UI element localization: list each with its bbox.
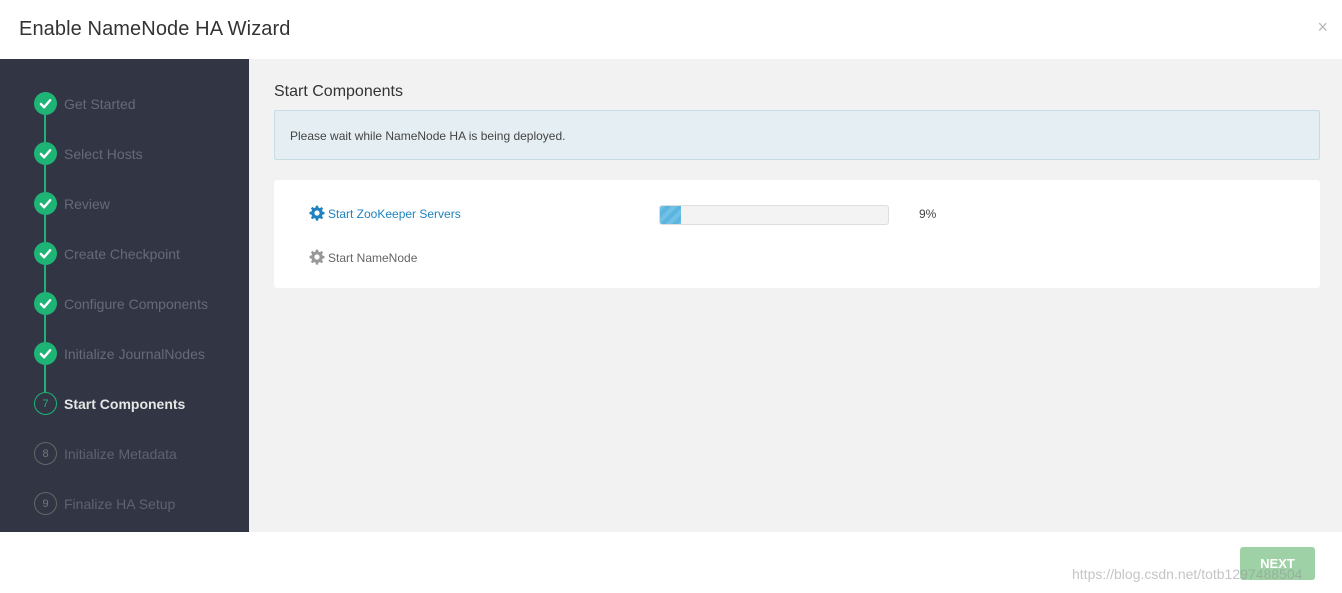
step-connector xyxy=(44,265,46,292)
wizard-step-4[interactable]: Create Checkpoint xyxy=(0,239,249,269)
wizard-modal: Enable NameNode HA Wizard × Get Started S… xyxy=(0,0,1342,593)
step-label: Start Components xyxy=(64,396,186,412)
step-label: Configure Components xyxy=(64,296,208,312)
check-icon xyxy=(34,92,57,115)
watermark: https://blog.csdn.net/totb1297488504 xyxy=(1072,566,1303,582)
step-number: 9 xyxy=(34,492,57,515)
step-label: Select Hosts xyxy=(64,146,143,162)
check-icon xyxy=(34,292,57,315)
step-connector xyxy=(44,365,46,392)
wizard-step-1[interactable]: Get Started xyxy=(0,89,249,119)
step-label: Review xyxy=(64,196,110,212)
info-alert: Please wait while NameNode HA is being d… xyxy=(274,110,1320,160)
step-label: Initialize JournalNodes xyxy=(64,346,205,362)
progress-fill xyxy=(660,206,681,224)
wizard-steps-sidebar: Get Started Select Hosts Review Create Chec… xyxy=(0,59,249,532)
step-label: Create Checkpoint xyxy=(64,246,180,262)
step-number: 8 xyxy=(34,442,57,465)
wizard-step-7: 7 Start Components xyxy=(0,389,249,419)
step-title: Start Components xyxy=(274,83,403,100)
wizard-step-3[interactable]: Review xyxy=(0,189,249,219)
gear-icon xyxy=(309,249,325,265)
wizard-step-5[interactable]: Configure Components xyxy=(0,289,249,319)
info-message: Please wait while NameNode HA is being d… xyxy=(290,129,566,143)
main-content: Start Components Please wait while NameN… xyxy=(249,59,1342,532)
step-connector xyxy=(44,315,46,342)
close-button[interactable]: × xyxy=(1317,17,1328,37)
wizard-step-6[interactable]: Initialize JournalNodes xyxy=(0,339,249,369)
step-number: 7 xyxy=(34,392,57,415)
check-icon xyxy=(34,242,57,265)
wizard-step-8: 8 Initialize Metadata xyxy=(0,439,249,469)
step-connector xyxy=(44,165,46,192)
step-connector xyxy=(44,115,46,142)
modal-footer: NEXT https://blog.csdn.net/totb129748850… xyxy=(0,532,1342,593)
check-icon xyxy=(34,142,57,165)
wizard-step-2[interactable]: Select Hosts xyxy=(0,139,249,169)
modal-header: Enable NameNode HA Wizard × xyxy=(0,0,1342,59)
tasks-panel: Start ZooKeeper Servers 9% Start NameNod… xyxy=(274,180,1320,288)
step-label: Finalize HA Setup xyxy=(64,496,176,512)
wizard-step-9: 9 Finalize HA Setup xyxy=(0,489,249,519)
gear-icon xyxy=(309,205,325,221)
progress-percent: 9% xyxy=(919,207,937,221)
step-label: Initialize Metadata xyxy=(64,446,177,462)
task-label: Start NameNode xyxy=(328,251,418,265)
check-icon xyxy=(34,192,57,215)
check-icon xyxy=(34,342,57,365)
step-connector xyxy=(44,215,46,242)
wizard-title: Enable NameNode HA Wizard xyxy=(19,18,291,40)
task-label[interactable]: Start ZooKeeper Servers xyxy=(328,207,461,221)
step-label: Get Started xyxy=(64,96,136,112)
progress-bar xyxy=(659,205,889,225)
